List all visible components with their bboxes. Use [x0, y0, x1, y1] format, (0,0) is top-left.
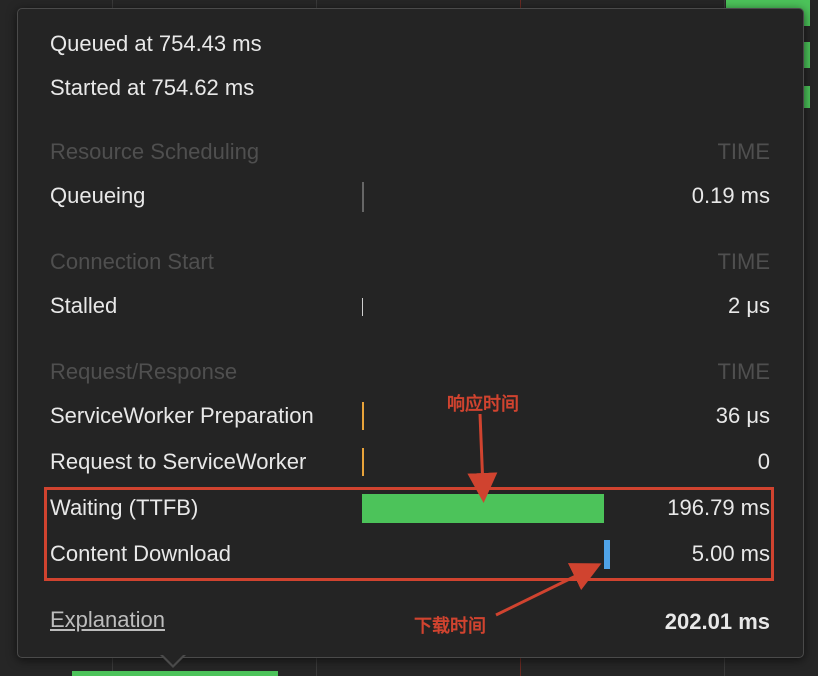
annotation-arrows: [467, 413, 602, 617]
arrow-to-download-bar: [495, 563, 602, 617]
arrow-to-waiting-bar: [467, 413, 498, 503]
